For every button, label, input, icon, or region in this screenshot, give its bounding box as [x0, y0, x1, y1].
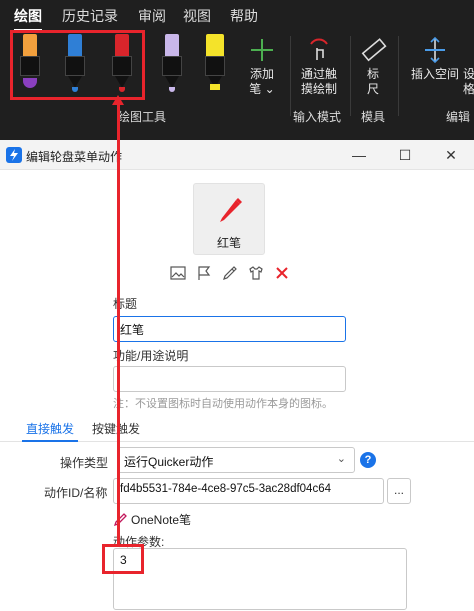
- action-id-input[interactable]: fd4b5531-784e-4ce8-97c5-3ac28df04c64: [113, 478, 384, 504]
- tab-draw[interactable]: 绘图: [14, 6, 42, 31]
- format-label: 设: [462, 67, 474, 81]
- close-button[interactable]: ✕: [428, 140, 474, 170]
- touch-draw-label: 通过触: [300, 67, 337, 81]
- trigger-tabs: 直接触发 按键触发: [0, 418, 474, 442]
- maximize-button[interactable]: ☐: [382, 140, 428, 170]
- group-model: 模具: [361, 110, 386, 124]
- eyedropper-icon[interactable]: [222, 265, 240, 283]
- params-highlight-box: [102, 544, 144, 574]
- ruler-button[interactable]: 标 尺: [356, 36, 390, 97]
- tab-direct-trigger[interactable]: 直接触发: [21, 420, 79, 442]
- minimize-button[interactable]: —: [336, 140, 382, 170]
- add-pen-label: 添加: [249, 67, 274, 81]
- pens-highlight-box: [10, 30, 145, 100]
- onenote-ribbon: 绘图 历史记录 审阅 视图 帮助 添加 笔 ⌄ 通过触 摸绘制 标 尺 插入空间…: [0, 0, 474, 140]
- annotation-connector-line: [117, 100, 120, 544]
- flag-icon[interactable]: [196, 265, 214, 283]
- ruler-label-2: 尺: [366, 82, 379, 96]
- touch-draw-label-2: 摸绘制: [300, 82, 337, 96]
- op-type-value: 运行Quicker动作: [124, 455, 214, 469]
- description-input[interactable]: [113, 366, 346, 392]
- group-draw-tools: 绘图工具: [118, 110, 167, 124]
- browse-button[interactable]: ...: [387, 478, 411, 504]
- op-type-select[interactable]: 运行Quicker动作 ⌄: [117, 447, 355, 473]
- annotation-arrowhead: [112, 95, 124, 105]
- format-button[interactable]: 设 格: [462, 36, 474, 97]
- icon-hint: 注：不设置图标时自动使用动作本身的图标。: [113, 398, 333, 410]
- dialog-title: 编辑轮盘菜单动作: [26, 150, 123, 164]
- description-label: 功能/用途说明: [113, 349, 189, 363]
- chevron-down-icon: ⌄: [336, 453, 346, 465]
- tab-history[interactable]: 历史记录: [62, 6, 118, 26]
- linked-action-name: OneNote笔: [131, 513, 192, 527]
- title-input[interactable]: 红笔: [113, 316, 346, 342]
- op-type-label: 操作类型: [60, 456, 109, 470]
- add-pen-button[interactable]: 添加 笔 ⌄: [244, 36, 280, 97]
- shirt-icon[interactable]: [248, 265, 266, 283]
- remove-icon[interactable]: [274, 265, 292, 283]
- yellow-highlighter[interactable]: [200, 34, 230, 92]
- icon-tools: [170, 265, 300, 285]
- tab-view[interactable]: 视图: [183, 6, 211, 26]
- pen-icon: [113, 513, 127, 527]
- insert-space-button[interactable]: 插入空间: [408, 36, 462, 82]
- action-icon-name: 红笔: [216, 236, 241, 250]
- group-input-mode: 输入模式: [293, 110, 342, 124]
- ribbon-tabs: 绘图 历史记录 审阅 视图 帮助: [0, 0, 474, 31]
- ribbon-divider: [290, 36, 291, 116]
- insert-space-icon: [425, 36, 445, 64]
- action-icon-tile[interactable]: 红笔: [193, 183, 265, 255]
- tab-key-trigger[interactable]: 按键触发: [92, 420, 140, 437]
- ribbon-divider: [350, 36, 351, 116]
- ruler-label: 标: [366, 67, 379, 81]
- params-textarea[interactable]: 3: [113, 548, 407, 610]
- add-pen-label-2: 笔 ⌄: [249, 82, 275, 96]
- touch-draw-button[interactable]: 通过触 摸绘制: [296, 36, 342, 97]
- linked-action[interactable]: OneNote笔: [113, 510, 313, 528]
- image-icon[interactable]: [170, 265, 188, 283]
- ruler-icon: [361, 38, 387, 62]
- ribbon-divider: [398, 36, 399, 116]
- tab-help[interactable]: 帮助: [230, 6, 258, 26]
- insert-space-label: 插入空间: [410, 67, 459, 81]
- dialog-titlebar: 编辑轮盘菜单动作 — ☐ ✕: [0, 140, 474, 170]
- red-pen-icon: [220, 198, 242, 222]
- group-edit: 编辑: [446, 110, 471, 124]
- action-id-label: 动作ID/名称: [44, 486, 108, 500]
- format-label-2: 格: [462, 82, 474, 96]
- lavender-pen[interactable]: [157, 34, 187, 92]
- plus-icon: [251, 39, 273, 61]
- touch-draw-icon: [310, 38, 328, 60]
- help-icon[interactable]: ?: [360, 452, 376, 468]
- quicker-app-icon: [6, 147, 22, 163]
- tab-review[interactable]: 审阅: [138, 6, 166, 26]
